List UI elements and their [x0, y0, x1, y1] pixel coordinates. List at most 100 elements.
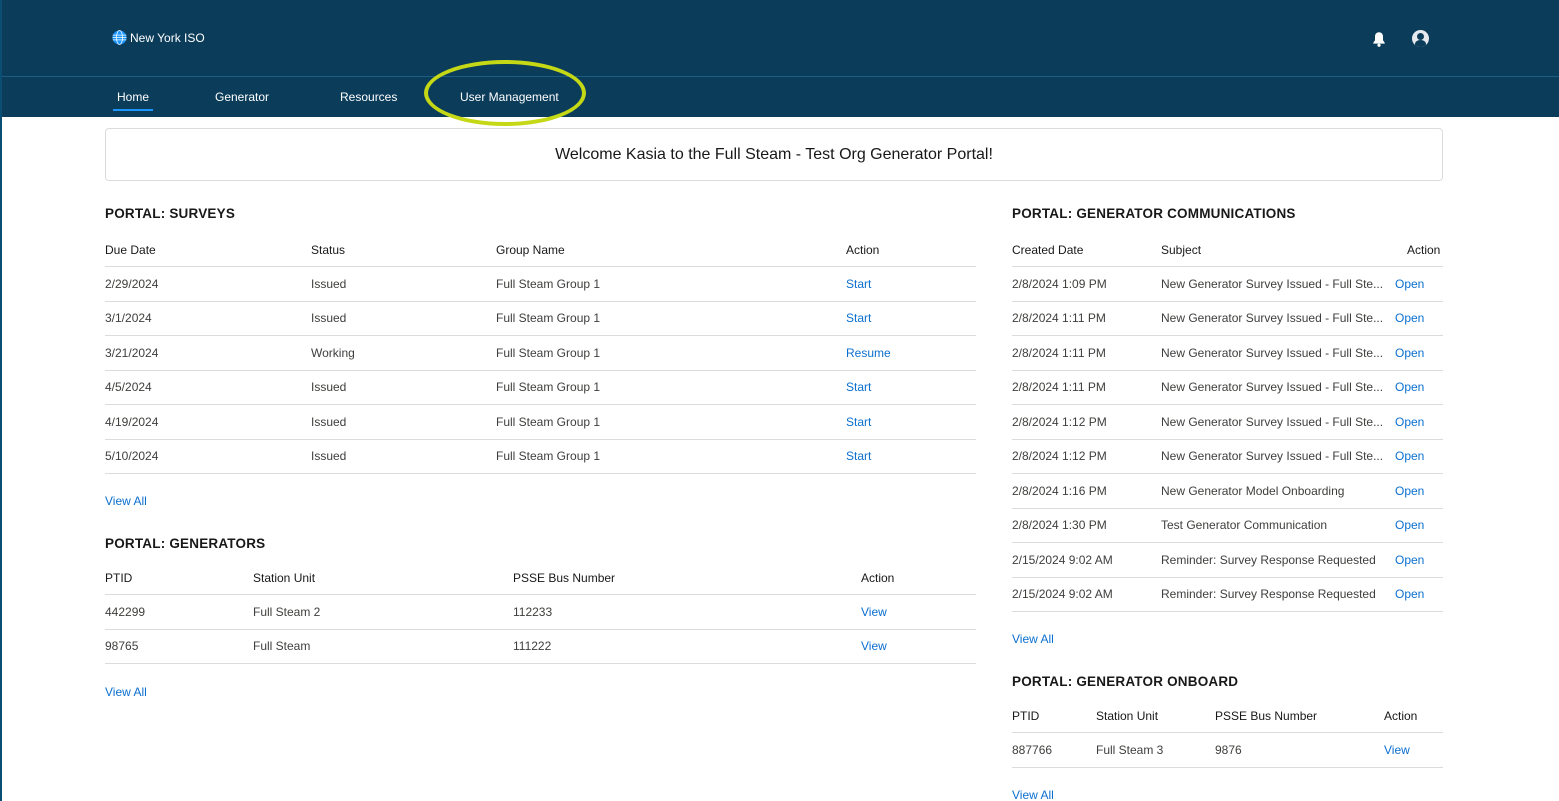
table-row: 98765 Full Steam 111222 View	[105, 630, 976, 664]
table-row: 2/8/2024 1:12 PM New Generator Survey Is…	[1012, 405, 1443, 440]
due-date: 3/1/2024	[105, 311, 152, 326]
generators-title: PORTAL: GENERATORS	[105, 536, 266, 551]
open-link[interactable]: Open	[1395, 553, 1424, 567]
created-date: 2/8/2024 1:30 PM	[1012, 518, 1107, 533]
nav-generator[interactable]: Generator	[215, 90, 269, 104]
table-row: 2/8/2024 1:11 PM New Generator Survey Is…	[1012, 302, 1443, 336]
table-row: 2/8/2024 1:12 PM New Generator Survey Is…	[1012, 440, 1443, 474]
created-date: 2/15/2024 9:02 AM	[1012, 587, 1113, 602]
table-row: 2/15/2024 9:02 AM Reminder: Survey Respo…	[1012, 578, 1443, 612]
site-header: New York ISO	[0, 0, 1559, 76]
table-row: 2/29/2024 Issued Full Steam Group 1 Star…	[105, 267, 976, 302]
column-header: Action	[1384, 709, 1418, 723]
open-link[interactable]: Open	[1395, 415, 1424, 429]
table-row: 2/8/2024 1:11 PM New Generator Survey Is…	[1012, 336, 1443, 371]
column-header: Action	[1407, 243, 1441, 257]
table-row: 2/8/2024 1:09 PM New Generator Survey Is…	[1012, 267, 1443, 302]
surveys-table: Due Date Status Group Name Action 2/29/2…	[105, 234, 976, 474]
nav-user-management[interactable]: User Management	[460, 90, 559, 104]
table-row: 2/15/2024 9:02 AM Reminder: Survey Respo…	[1012, 543, 1443, 578]
start-link[interactable]: Start	[846, 449, 871, 463]
subject: New Generator Survey Issued - Full Ste..…	[1161, 414, 1384, 429]
created-date: 2/15/2024 9:02 AM	[1012, 552, 1113, 567]
group-name: Full Steam Group 1	[496, 345, 601, 360]
start-link[interactable]: Start	[846, 311, 871, 325]
column-header: Station Unit	[253, 571, 316, 585]
table-row: 2/8/2024 1:30 PM Test Generator Communic…	[1012, 509, 1443, 543]
subject: New Generator Survey Issued - Full Ste..…	[1161, 380, 1384, 395]
nav-home[interactable]: Home	[112, 90, 154, 111]
ptid: 442299	[105, 604, 146, 619]
open-link[interactable]: Open	[1395, 449, 1424, 463]
onboard-table: PTID Station Unit PSSE Bus Number Action…	[1012, 700, 1443, 768]
table-row: 2/8/2024 1:16 PM New Generator Model Onb…	[1012, 474, 1443, 509]
surveys-view-all-link[interactable]: View All	[105, 494, 147, 508]
subject: New Generator Survey Issued - Full Ste..…	[1161, 276, 1384, 291]
subject: Test Generator Communication	[1161, 518, 1328, 533]
ptid: 887766	[1012, 742, 1053, 757]
psse-bus-number: 111222	[513, 639, 552, 654]
window-edge	[0, 0, 2, 801]
group-name: Full Steam Group 1	[496, 276, 601, 291]
generators-table: PTID Station Unit PSSE Bus Number Action…	[105, 562, 976, 664]
welcome-text: Welcome Kasia to the Full Steam - Test O…	[555, 145, 993, 163]
bell-icon[interactable]	[1372, 31, 1386, 47]
table-row: 3/1/2024 Issued Full Steam Group 1 Start	[105, 302, 976, 336]
start-link[interactable]: Start	[846, 415, 871, 429]
column-header: Station Unit	[1096, 709, 1159, 723]
column-header: Action	[846, 243, 880, 257]
onboard-title: PORTAL: GENERATOR ONBOARD	[1012, 674, 1239, 689]
open-link[interactable]: Open	[1395, 518, 1424, 532]
onboard-view-all-link[interactable]: View All	[1012, 788, 1054, 801]
view-link[interactable]: View	[861, 605, 887, 619]
table-header: PTID Station Unit PSSE Bus Number Action	[105, 562, 976, 595]
status: Working	[311, 345, 355, 360]
column-header: Due Date	[105, 243, 156, 257]
table-row: 5/10/2024 Issued Full Steam Group 1 Star…	[105, 440, 976, 474]
open-link[interactable]: Open	[1395, 587, 1424, 601]
open-link[interactable]: Open	[1395, 311, 1424, 325]
status: Issued	[311, 276, 347, 291]
created-date: 2/8/2024 1:11 PM	[1012, 345, 1106, 360]
view-link[interactable]: View	[861, 639, 887, 653]
start-link[interactable]: Start	[846, 380, 871, 394]
welcome-banner: Welcome Kasia to the Full Steam - Test O…	[105, 128, 1443, 181]
start-link[interactable]: Start	[846, 277, 871, 291]
site-logo[interactable]: New York ISO	[112, 30, 205, 45]
view-link[interactable]: View	[1384, 743, 1410, 757]
table-row: 4/5/2024 Issued Full Steam Group 1 Start	[105, 371, 976, 405]
column-header: PTID	[1012, 709, 1040, 723]
status: Issued	[311, 414, 347, 429]
psse-bus-number: 9876	[1215, 742, 1242, 757]
subject: Reminder: Survey Response Requested	[1161, 587, 1376, 602]
header-actions	[1372, 30, 1429, 47]
table-row: 887766 Full Steam 3 9876 View	[1012, 733, 1443, 768]
column-header: PSSE Bus Number	[513, 571, 616, 585]
due-date: 4/19/2024	[105, 414, 159, 429]
created-date: 2/8/2024 1:09 PM	[1012, 276, 1107, 291]
surveys-title: PORTAL: SURVEYS	[105, 206, 236, 221]
avatar-icon[interactable]	[1412, 30, 1429, 47]
open-link[interactable]: Open	[1395, 484, 1424, 498]
due-date: 5/10/2024	[105, 449, 159, 464]
psse-bus-number: 112233	[513, 604, 553, 619]
open-link[interactable]: Open	[1395, 277, 1424, 291]
open-link[interactable]: Open	[1395, 346, 1424, 360]
communications-title: PORTAL: GENERATOR COMMUNICATIONS	[1012, 206, 1296, 221]
open-link[interactable]: Open	[1395, 380, 1424, 394]
resume-link[interactable]: Resume	[846, 346, 891, 360]
generators-view-all-link[interactable]: View All	[105, 685, 147, 699]
column-header: Status	[311, 243, 346, 257]
table-header: Due Date Status Group Name Action	[105, 234, 976, 267]
communications-view-all-link[interactable]: View All	[1012, 632, 1054, 646]
column-header: Group Name	[496, 243, 565, 257]
table-header: Created Date Subject Action	[1012, 234, 1443, 267]
column-header: Action	[861, 571, 895, 585]
table-row: 3/21/2024 Working Full Steam Group 1 Res…	[105, 336, 976, 371]
station-unit: Full Steam	[253, 639, 311, 654]
nav-resources[interactable]: Resources	[340, 90, 397, 104]
table-header: PTID Station Unit PSSE Bus Number Action	[1012, 700, 1443, 733]
created-date: 2/8/2024 1:12 PM	[1012, 449, 1107, 464]
table-row: 2/8/2024 1:11 PM New Generator Survey Is…	[1012, 371, 1443, 405]
station-unit: Full Steam 3	[1096, 742, 1164, 757]
